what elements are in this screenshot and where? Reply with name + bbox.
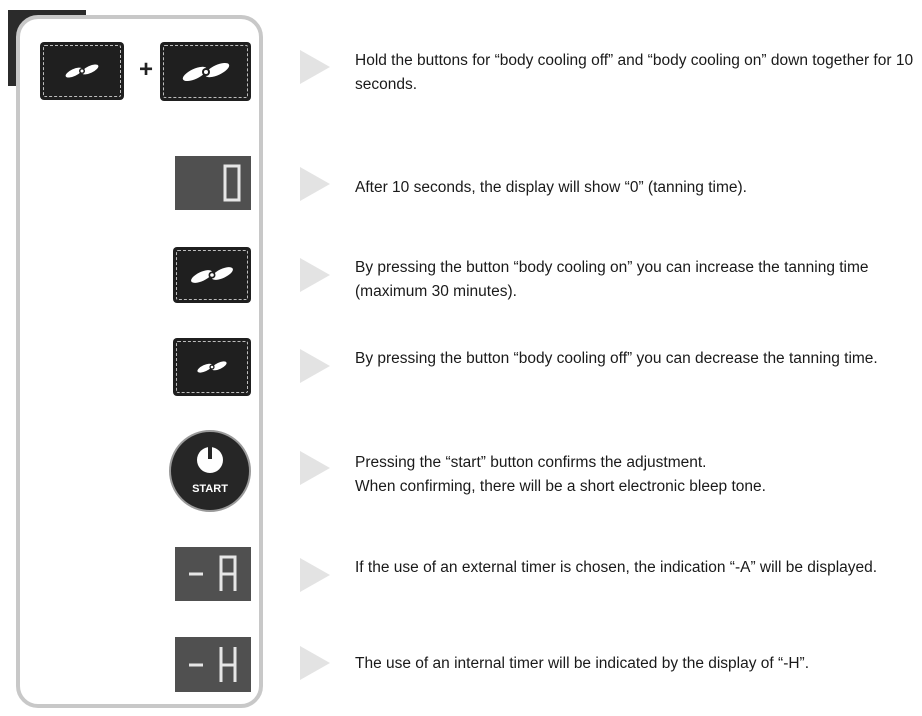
body-cooling-off-button[interactable] [40, 42, 124, 100]
body-cooling-on-button[interactable] [160, 42, 251, 101]
triangle-arrow-icon [300, 451, 330, 485]
power-icon [197, 446, 223, 473]
triangle-arrow-icon [300, 258, 330, 292]
step-2-text: After 10 seconds, the display will show … [355, 179, 747, 196]
fan-icon-small [65, 64, 99, 78]
step-5-line-2: When confirming, there will be a short e… [355, 478, 766, 495]
step-6-text: If the use of an external timer is chose… [355, 559, 878, 576]
step-4-text: By pressing the button “body cooling off… [355, 350, 878, 367]
body-cooling-off-button-step[interactable] [173, 338, 251, 396]
display-zero [175, 156, 251, 210]
fan-icon-small [197, 361, 227, 373]
plus-sign: + [139, 56, 154, 83]
display-minus-h [175, 637, 251, 692]
fan-icon-large [191, 267, 233, 283]
start-button[interactable]: START [169, 430, 251, 512]
step-5-text: Pressing the “start” button confirms the… [355, 451, 920, 499]
step-1-text: Hold the buttons for “body cooling off” … [355, 52, 914, 93]
step-5-line-1: Pressing the “start” button confirms the… [355, 454, 707, 471]
start-label: START [192, 483, 228, 495]
triangle-arrow-icon [300, 646, 330, 680]
step-3-text: By pressing the button “body cooling on”… [355, 259, 869, 300]
display-minus-a [175, 547, 251, 601]
triangle-arrow-icon [300, 50, 330, 84]
triangle-arrow-icon [300, 558, 330, 592]
triangle-arrow-icon [300, 167, 330, 201]
fan-icon-large [182, 62, 229, 81]
step-7-text: The use of an internal timer will be ind… [355, 655, 810, 672]
body-cooling-on-button-step[interactable] [173, 247, 251, 303]
triangle-arrow-icon [300, 349, 330, 383]
